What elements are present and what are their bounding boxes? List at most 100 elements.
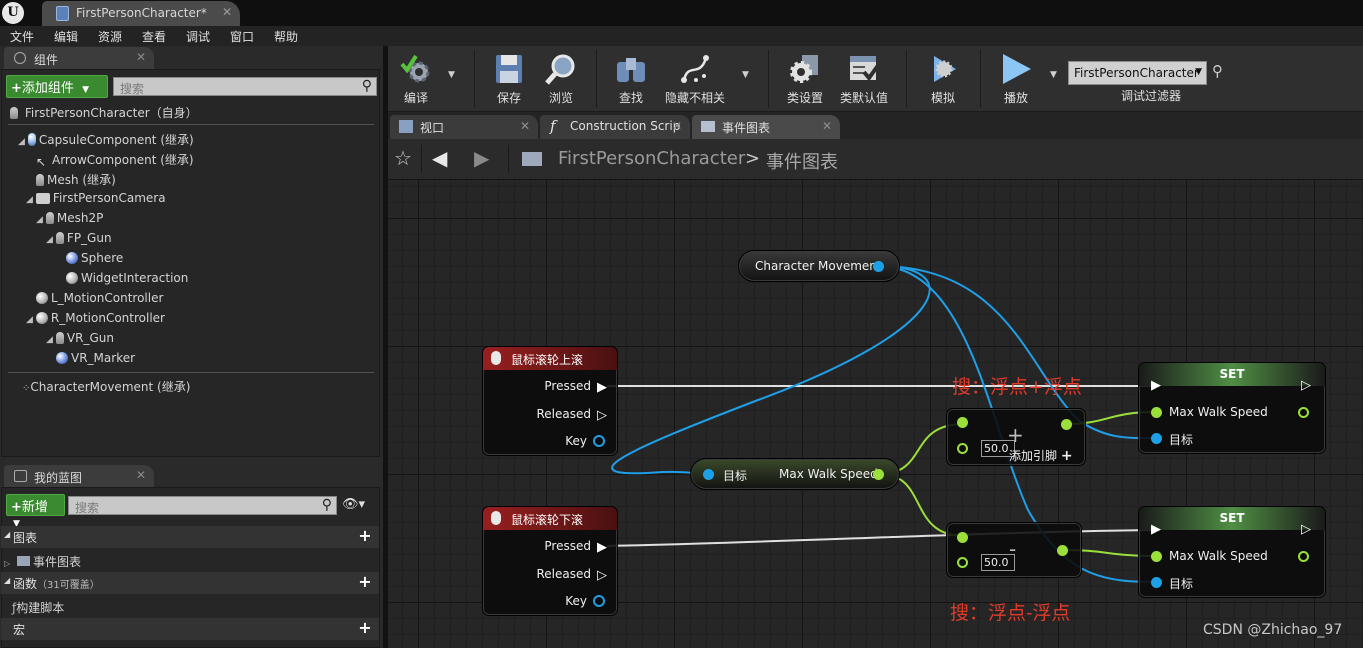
tree-item-vr-gun[interactable]: ◢ VR_Gun: [46, 331, 114, 345]
float-input-pin[interactable]: [957, 557, 968, 568]
class-settings-button[interactable]: 类设置: [780, 48, 830, 110]
menu-file[interactable]: 文件: [10, 28, 34, 45]
close-icon[interactable]: ✕: [520, 119, 530, 133]
tree-item-widget-interaction[interactable]: WidgetInteraction: [66, 271, 188, 285]
hide-unrelated-dropdown[interactable]: ▼: [742, 70, 749, 80]
menu-window[interactable]: 窗口: [230, 28, 254, 45]
expand-icon[interactable]: ◢: [36, 215, 43, 225]
tree-item-arrow[interactable]: ↖ ArrowComponent (继承): [36, 151, 194, 168]
expand-icon[interactable]: ◢: [26, 315, 33, 325]
expand-icon[interactable]: ◢: [26, 195, 33, 205]
add-macro-button[interactable]: +: [357, 620, 373, 636]
float-input-pin[interactable]: [1151, 551, 1162, 562]
expand-icon[interactable]: ◢: [46, 235, 53, 245]
float-input-pin[interactable]: [1151, 407, 1162, 418]
add-pin-button[interactable]: 添加引脚 +: [1009, 447, 1073, 464]
close-icon[interactable]: ✕: [136, 468, 146, 482]
set-max-walk-speed-node[interactable]: SET ▶ ▷ Max Walk Speed 目标: [1138, 362, 1326, 454]
exec-input-pin[interactable]: ▶: [1151, 378, 1161, 393]
tree-item-r-motion[interactable]: ◢ R_MotionController: [26, 311, 165, 325]
hide-unrelated-button[interactable]: 隐藏不相关: [660, 48, 730, 110]
close-icon[interactable]: ✕: [672, 119, 682, 133]
expand-icon[interactable]: ◢: [18, 137, 25, 147]
menu-view[interactable]: 查看: [142, 28, 166, 45]
add-function-button[interactable]: +: [357, 574, 373, 590]
breadcrumb-blueprint[interactable]: FirstPersonCharacter: [558, 148, 745, 169]
tree-item-camera[interactable]: ◢ FirstPersonCamera: [26, 191, 166, 205]
set-max-walk-speed-node[interactable]: SET ▶ ▷ Max Walk Speed 目标: [1138, 506, 1326, 598]
construction-script-item[interactable]: ƒ构建脚本: [12, 599, 64, 616]
menu-edit[interactable]: 编辑: [54, 28, 78, 45]
exec-output-pin[interactable]: ▷: [597, 568, 607, 583]
component-root[interactable]: FirstPersonCharacter（自身）: [10, 104, 198, 121]
mouse-wheel-up-event-node[interactable]: 鼠标滚轮上滚 Pressed ▶ Released ▷ Key: [482, 346, 618, 456]
simulate-button[interactable]: 模拟: [918, 48, 968, 110]
tree-item-mesh2p[interactable]: ◢ Mesh2P: [36, 211, 103, 225]
compile-options-dropdown[interactable]: ▼: [448, 70, 455, 80]
favorite-star-icon[interactable]: ☆: [394, 146, 412, 170]
exec-output-pin[interactable]: ▷: [1301, 378, 1311, 393]
tab-viewport[interactable]: 视口 ✕: [390, 115, 538, 139]
visibility-eye-icon[interactable]: 👁▾: [342, 497, 365, 512]
add-component-button[interactable]: +添加组件 ▼: [6, 75, 108, 98]
float-output-pin[interactable]: [873, 469, 884, 480]
exec-output-pin[interactable]: ▷: [1301, 522, 1311, 537]
section-macros[interactable]: 宏 +: [1, 618, 379, 640]
unreal-logo-icon[interactable]: U: [2, 2, 24, 24]
target-input-pin[interactable]: [1151, 577, 1162, 588]
tab-my-blueprint[interactable]: 我的蓝图 ✕: [4, 465, 154, 487]
browse-button[interactable]: 浏览: [538, 48, 584, 110]
exec-output-pin[interactable]: ▶: [597, 380, 607, 395]
float-input-pin[interactable]: [957, 443, 968, 454]
menu-help[interactable]: 帮助: [274, 28, 298, 45]
float-input-pin[interactable]: [957, 417, 968, 428]
debug-search-icon[interactable]: ⚲: [1212, 62, 1223, 80]
forward-arrow-icon[interactable]: ▶: [474, 146, 489, 170]
tab-event-graph[interactable]: 事件图表 ✕: [692, 115, 840, 139]
float-input-pin[interactable]: [957, 532, 968, 543]
add-float-node[interactable]: 50.0 + 添加引脚 +: [946, 408, 1086, 466]
document-tab[interactable]: FirstPersonCharacter* ✕: [42, 1, 240, 26]
float-output-pin[interactable]: [1298, 407, 1309, 418]
float-output-pin[interactable]: [1061, 419, 1072, 430]
subtract-float-node[interactable]: 50.0 -: [946, 522, 1082, 578]
play-options-dropdown[interactable]: ▼: [1050, 70, 1057, 80]
compile-button[interactable]: 编译: [390, 48, 442, 110]
play-button[interactable]: 播放: [988, 48, 1044, 110]
back-arrow-icon[interactable]: ◀: [432, 146, 447, 170]
float-output-pin[interactable]: [1057, 545, 1068, 556]
mouse-wheel-down-event-node[interactable]: 鼠标滚轮下滚 Pressed ▶ Released ▷ Key: [482, 506, 618, 616]
character-movement-node[interactable]: Character Movement: [738, 250, 900, 282]
close-icon[interactable]: ✕: [222, 5, 232, 19]
float-output-pin[interactable]: [1298, 551, 1309, 562]
menu-debug[interactable]: 调试: [186, 28, 210, 45]
key-output-pin[interactable]: [593, 595, 605, 607]
event-graph-canvas[interactable]: Character Movement 鼠标滚轮上滚 Pressed ▶ Rele…: [388, 180, 1363, 648]
section-functions[interactable]: ◢ 函数（31可覆盖） +: [1, 572, 379, 594]
add-graph-button[interactable]: +: [357, 528, 373, 544]
blueprint-search-input[interactable]: 搜索 ⚲: [68, 496, 337, 515]
expand-icon[interactable]: ◢: [46, 335, 53, 345]
tree-item-fp-gun[interactable]: ◢ FP_Gun: [46, 231, 112, 245]
target-input-pin[interactable]: [1151, 433, 1162, 444]
tree-item-sphere[interactable]: Sphere: [66, 251, 123, 265]
key-output-pin[interactable]: [593, 435, 605, 447]
exec-output-pin[interactable]: ▷: [597, 408, 607, 423]
tab-components[interactable]: 组件 ✕: [4, 47, 154, 69]
section-graphs[interactable]: ◢ 图表 +: [1, 526, 379, 548]
component-search-input[interactable]: 搜索 ⚲: [113, 77, 377, 96]
target-input-pin[interactable]: [703, 469, 714, 480]
class-defaults-button[interactable]: 类默认值: [836, 48, 892, 110]
new-button[interactable]: +新增 ▼: [6, 494, 65, 529]
close-icon[interactable]: ✕: [136, 50, 146, 64]
menu-asset[interactable]: 资源: [98, 28, 122, 45]
save-button[interactable]: 保存: [486, 48, 532, 110]
exec-input-pin[interactable]: ▶: [1151, 522, 1161, 537]
find-button[interactable]: 查找: [608, 48, 654, 110]
tree-item-capsule[interactable]: ◢ CapsuleComponent (继承): [18, 131, 194, 148]
debug-object-select[interactable]: FirstPersonCharacter ▼: [1068, 61, 1207, 85]
tree-item-l-motion[interactable]: L_MotionController: [36, 291, 163, 305]
event-graph-item[interactable]: ▷ 事件图表: [4, 553, 81, 570]
tree-item-character-movement[interactable]: ⁘CharacterMovement (继承): [22, 378, 190, 395]
object-output-pin[interactable]: [873, 261, 884, 272]
